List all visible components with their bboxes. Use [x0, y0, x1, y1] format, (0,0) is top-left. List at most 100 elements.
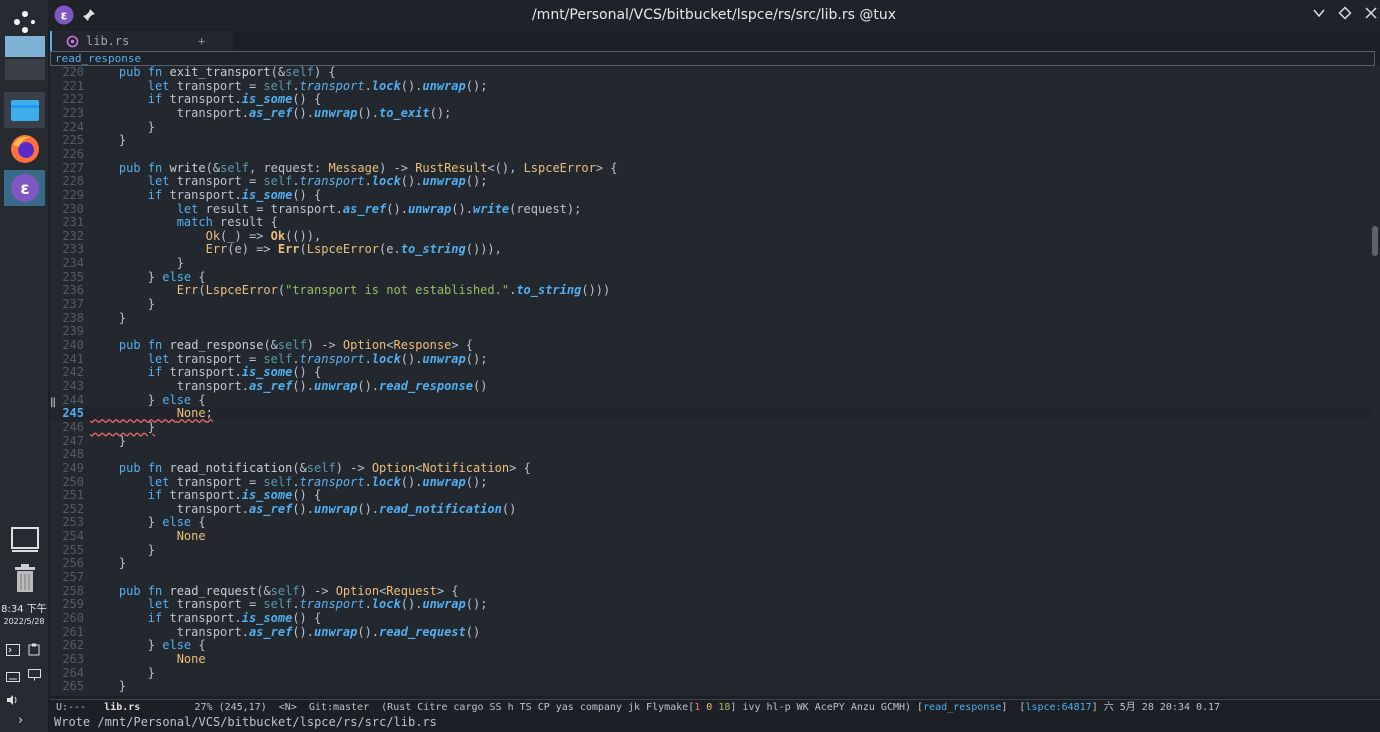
keyboard-icon[interactable] — [6, 667, 20, 686]
code-line[interactable]: 231 match result { — [50, 215, 1370, 230]
line-number: 232 — [62, 228, 84, 243]
code-line[interactable]: 260 if transport.is_some() { — [50, 611, 1370, 626]
firefox-icon[interactable] — [4, 131, 45, 167]
code-line[interactable]: 256 } — [50, 557, 1370, 571]
line-number: 228 — [62, 174, 84, 189]
code-line[interactable]: 220 pub fn exit_transport(&self) { — [50, 66, 1370, 80]
header-line: read_response — [50, 51, 1375, 66]
line-text: } — [90, 310, 127, 325]
code-line[interactable]: 229 if transport.is_some() { — [50, 188, 1370, 203]
code-line[interactable]: 238 } — [50, 310, 1370, 326]
code-line[interactable]: 245 None; — [50, 406, 1370, 421]
clipboard-icon[interactable] — [28, 641, 40, 660]
show-desktop-icon[interactable] — [4, 522, 45, 558]
code-line[interactable]: 221 let transport = self.transport.lock(… — [50, 78, 1370, 94]
workspace-pager[interactable] — [4, 36, 45, 80]
vc-branch[interactable]: Git:master — [309, 702, 369, 713]
trash-icon[interactable] — [4, 560, 45, 596]
code-line[interactable]: 225 } — [50, 133, 1370, 148]
volume-icon[interactable] — [6, 691, 20, 710]
workspace-2[interactable] — [4, 59, 45, 80]
line-text: } — [90, 433, 127, 448]
vertical-scrollbar[interactable] — [1370, 66, 1380, 696]
code-line[interactable]: 261 transport.as_ref().unwrap().read_req… — [50, 624, 1370, 640]
code-line[interactable]: 234 } — [50, 256, 1370, 271]
code-line[interactable]: 227 pub fn write(&self, request: Message… — [50, 161, 1370, 176]
app-launcher-icon[interactable] — [4, 4, 45, 40]
code-line[interactable]: 258 pub fn read_request(&self) -> Option… — [50, 584, 1370, 599]
code-line[interactable]: 250 let transport = self.transport.lock(… — [50, 475, 1370, 490]
line-text: None — [176, 529, 206, 544]
new-tab-button[interactable]: + — [198, 31, 205, 51]
scrollbar-thumb[interactable] — [1372, 226, 1378, 256]
line-text: pub fn read_response(&self) -> Option<Re… — [118, 338, 473, 352]
code-line[interactable]: 244 } else { — [50, 392, 1370, 408]
clock[interactable]: 8:34 下午 2022/5/28 — [0, 600, 48, 626]
line-number: 261 — [62, 624, 84, 639]
code-line[interactable]: 223 transport.as_ref().unwrap().to_exit(… — [50, 106, 1370, 121]
chevron-right-icon[interactable]: › — [18, 713, 23, 728]
code-line[interactable]: 246 } — [50, 419, 1370, 435]
flymake-errors[interactable]: 1 — [694, 702, 700, 713]
code-line[interactable]: 259 let transport = self.transport.lock(… — [50, 598, 1370, 612]
workspace-1[interactable] — [4, 36, 45, 57]
code-line[interactable]: 239 — [50, 325, 1370, 339]
code-line[interactable]: 248 — [50, 448, 1370, 462]
line-number: 221 — [62, 78, 84, 93]
code-line[interactable]: 254 None — [50, 529, 1370, 544]
code-line[interactable]: 232 Ok(_) => Ok(()), — [50, 228, 1370, 244]
line-text: } — [90, 419, 156, 434]
code-line[interactable]: 249 pub fn read_notification(&self) -> O… — [50, 461, 1370, 476]
code-line[interactable]: 226 — [50, 147, 1370, 162]
code-line[interactable]: 251 if transport.is_some() { — [50, 488, 1370, 503]
tab-lib-rs[interactable]: lib.rs + — [50, 31, 233, 51]
code-line[interactable]: 264 } — [50, 666, 1370, 681]
minimize-icon[interactable] — [1310, 6, 1328, 24]
flymake-notes[interactable]: 18 — [718, 702, 730, 713]
code-line[interactable]: 222 if transport.is_some() { — [50, 92, 1370, 107]
code-line[interactable]: 255 } — [50, 543, 1370, 558]
code-line[interactable]: 262 } else { — [50, 638, 1370, 653]
line-number: 254 — [62, 529, 84, 544]
buffer-name[interactable]: lib.rs — [104, 702, 140, 713]
close-icon[interactable] — [1362, 6, 1380, 24]
code-line[interactable]: 228 let transport = self.transport.lock(… — [50, 174, 1370, 189]
cursor-position: 27% (245,17) — [194, 702, 267, 713]
code-line[interactable]: 252 transport.as_ref().unwrap().read_not… — [50, 502, 1370, 517]
file-manager-icon[interactable] — [4, 92, 45, 128]
code-line[interactable]: 233 Err(e) => Err(LspceError(e.to_string… — [50, 243, 1370, 257]
maximize-icon[interactable] — [1336, 6, 1354, 24]
minibuffer[interactable]: Wrote /mnt/Personal/VCS/bitbucket/lspce/… — [54, 715, 1374, 732]
code-line[interactable]: 235 } else { — [50, 270, 1370, 285]
minor-modes[interactable]: (Rust Citre cargo SS h TS CP yas company… — [381, 702, 694, 713]
code-line[interactable]: 236 Err(LspceError("transport is not est… — [50, 284, 1370, 298]
code-line[interactable]: 247 } — [50, 433, 1370, 449]
code-line[interactable]: 263 None — [50, 652, 1370, 667]
line-number: 222 — [62, 92, 84, 107]
lspce-status[interactable]: lspce:64817 — [1025, 702, 1091, 713]
code-editor[interactable]: 220 pub fn exit_transport(&self) {221 le… — [50, 66, 1370, 696]
line-number: 246 — [62, 419, 84, 434]
terminal-tray-icon[interactable] — [6, 641, 20, 660]
code-line[interactable]: 237 } — [50, 297, 1370, 312]
flymake-warnings[interactable]: 0 — [706, 702, 712, 713]
code-line[interactable]: 242 if transport.is_some() { — [50, 365, 1370, 380]
line-number: 251 — [62, 488, 84, 503]
display-icon[interactable] — [28, 666, 41, 685]
line-text: } — [90, 297, 156, 312]
fringe-marker-icon: ‖ — [50, 397, 57, 408]
code-line[interactable]: 224 } — [50, 119, 1370, 135]
code-line[interactable]: 253 } else { — [50, 516, 1370, 530]
emacs-icon[interactable]: ε — [4, 170, 45, 206]
code-line[interactable]: 243 transport.as_ref().unwrap().read_res… — [50, 379, 1370, 394]
code-line[interactable]: 230 let result = transport.as_ref().unwr… — [50, 202, 1370, 217]
line-text: } — [90, 119, 156, 134]
line-number: 257 — [62, 570, 84, 585]
line-number: 242 — [62, 365, 84, 380]
code-line[interactable]: 265 } — [50, 679, 1370, 694]
minor-modes-rest[interactable]: ] ivy hl-p WK AcePY Anzu GCMH) — [730, 702, 911, 713]
line-text: } else { — [90, 392, 206, 407]
code-line[interactable]: 257 — [50, 570, 1370, 585]
code-line[interactable]: 241 let transport = self.transport.lock(… — [50, 352, 1370, 367]
code-line[interactable]: 240 pub fn read_response(&self) -> Optio… — [50, 338, 1370, 353]
